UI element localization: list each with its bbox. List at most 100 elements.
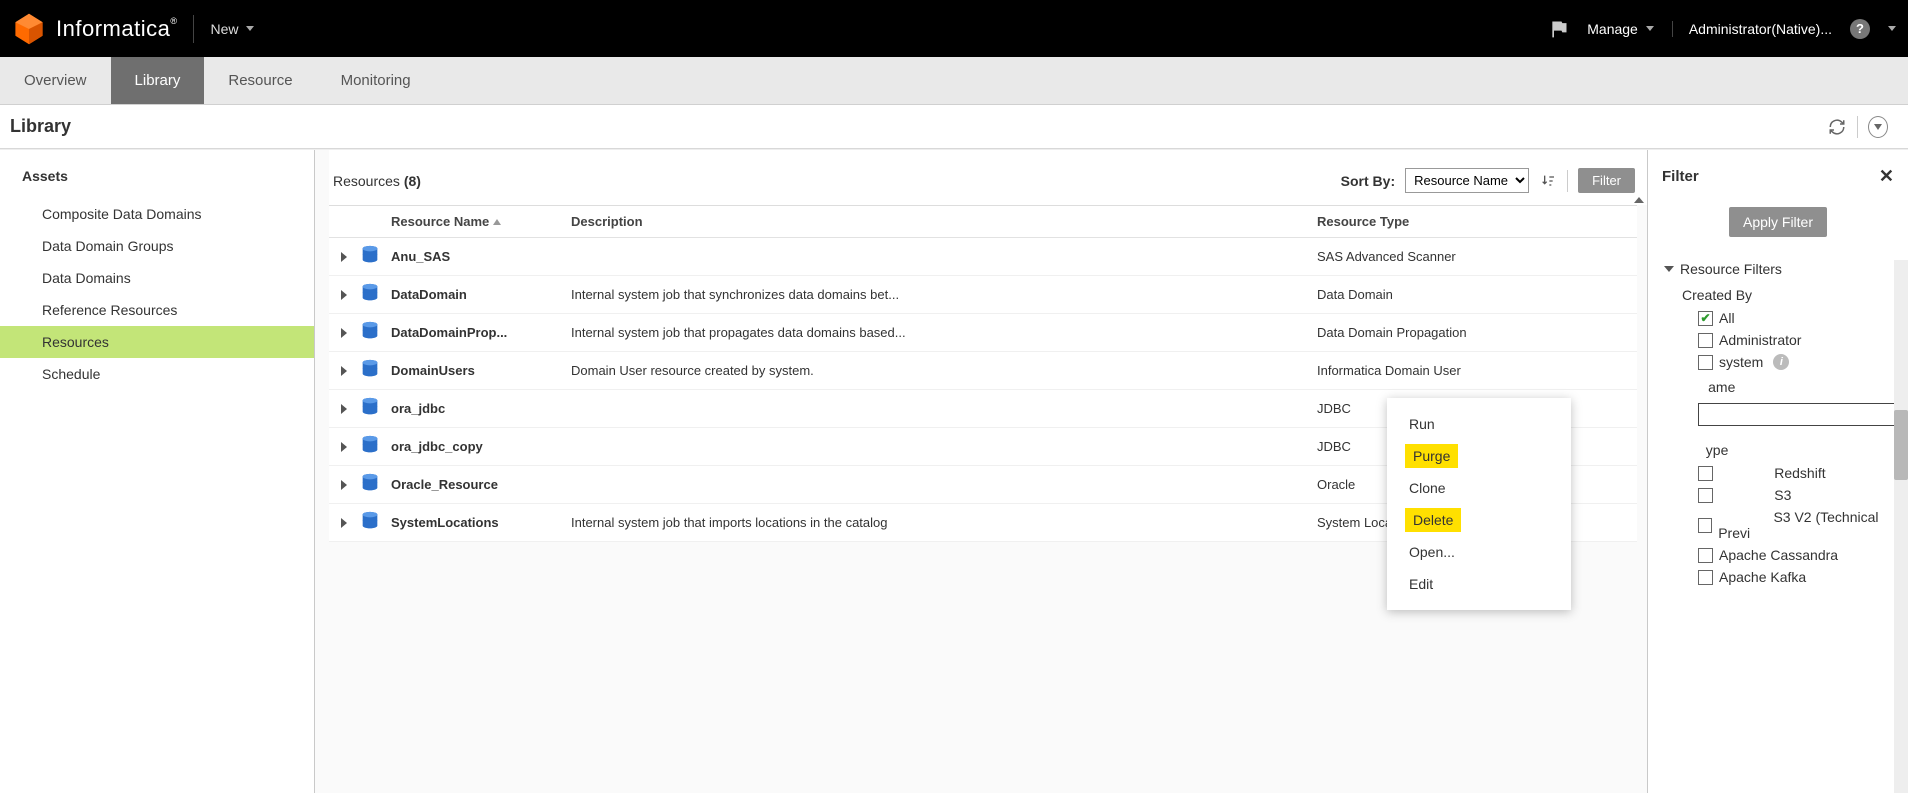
tab-overview[interactable]: Overview <box>0 57 111 104</box>
resource-type: Informatica Domain User <box>1317 363 1637 378</box>
filter-created-by-option[interactable]: All <box>1664 307 1902 329</box>
table-row[interactable]: DataDomainInternal system job that synch… <box>329 276 1637 314</box>
checkbox[interactable] <box>1698 488 1713 503</box>
resource-type: SAS Advanced Scanner <box>1317 249 1637 264</box>
info-icon[interactable]: i <box>1773 354 1789 370</box>
separator <box>193 15 194 43</box>
filter-resource-type-option[interactable]: Apache Cassandra <box>1664 544 1902 566</box>
expand-icon[interactable] <box>341 366 347 376</box>
scrollbar-thumb[interactable] <box>1894 410 1908 480</box>
filter-created-by-label: Created By <box>1664 281 1902 307</box>
checkbox[interactable] <box>1698 466 1713 481</box>
refresh-icon[interactable] <box>1827 117 1847 137</box>
asset-item-data-domain-groups[interactable]: Data Domain Groups <box>0 230 314 262</box>
checkbox[interactable] <box>1698 570 1713 585</box>
context-menu-item-run[interactable]: Run <box>1387 408 1571 440</box>
table-row[interactable]: DataDomainProp...Internal system job tha… <box>329 314 1637 352</box>
apply-filter-button[interactable]: Apply Filter <box>1729 207 1827 237</box>
manage-button[interactable]: Manage <box>1587 21 1654 37</box>
filter-panel-title: Filter <box>1662 168 1699 185</box>
scroll-up-indicator[interactable] <box>1631 205 1637 208</box>
resource-name: ora_jdbc_copy <box>391 439 571 454</box>
expand-icon[interactable] <box>341 518 347 528</box>
informatica-logo-icon <box>12 12 46 46</box>
dropdown-circle-icon[interactable] <box>1868 117 1888 137</box>
table-row[interactable]: Anu_SAS SAS Advanced Scanner <box>329 238 1637 276</box>
asset-item-data-domains[interactable]: Data Domains <box>0 262 314 294</box>
expand-icon[interactable] <box>341 442 347 452</box>
filter-resource-name-label: Name <box>1664 373 1902 399</box>
context-menu-item-clone[interactable]: Clone <box>1387 472 1571 504</box>
database-icon <box>359 434 391 459</box>
column-header-name[interactable]: Resource Name <box>391 214 571 229</box>
filter-resource-type-option[interactable]: Apache Kafka <box>1664 566 1902 588</box>
checkbox[interactable] <box>1698 333 1713 348</box>
sort-by-select[interactable]: Resource Name <box>1405 168 1529 193</box>
expand-icon[interactable] <box>341 252 347 262</box>
resources-heading: Resources (8) <box>333 173 421 189</box>
database-icon <box>359 396 391 421</box>
chevron-down-icon <box>1664 266 1674 272</box>
new-button-label: New <box>210 21 238 37</box>
expand-icon[interactable] <box>341 480 347 490</box>
resource-description: Internal system job that imports locatio… <box>571 515 1317 530</box>
resource-name: Anu_SAS <box>391 249 571 264</box>
assets-list: Composite Data Domains Data Domain Group… <box>0 198 314 390</box>
checkbox-label: Amazon S3 <box>1719 487 1791 503</box>
resource-name: Oracle_Resource <box>391 477 571 492</box>
expand-icon[interactable] <box>341 404 347 414</box>
new-button[interactable]: New <box>210 21 254 37</box>
context-menu-item-delete[interactable]: Delete <box>1405 508 1461 532</box>
expand-icon[interactable] <box>341 290 347 300</box>
brand-logo[interactable]: Informatica® <box>12 12 177 46</box>
page-title-row: Library <box>0 105 1908 149</box>
sort-direction-icon[interactable] <box>1539 172 1557 190</box>
checkbox[interactable] <box>1698 518 1712 533</box>
checkbox-label: Amazon S3 V2 (Technical Previ <box>1718 509 1902 541</box>
filter-resource-type-option[interactable]: Amazon Redshift <box>1664 462 1902 484</box>
tab-resource[interactable]: Resource <box>204 57 316 104</box>
flag-icon[interactable] <box>1549 19 1569 39</box>
asset-item-resources[interactable]: Resources <box>0 326 314 358</box>
close-icon[interactable]: ✕ <box>1879 166 1894 187</box>
checkbox[interactable] <box>1698 355 1713 370</box>
asset-item-composite-data-domains[interactable]: Composite Data Domains <box>0 198 314 230</box>
column-header-description[interactable]: Description <box>571 214 1317 229</box>
filter-resource-type-option[interactable]: Amazon S3 V2 (Technical Previ <box>1664 506 1902 544</box>
resources-header: Resources (8) Sort By: Resource Name Fil… <box>329 150 1647 205</box>
checkbox-label: All <box>1719 310 1735 326</box>
checkbox[interactable] <box>1698 548 1713 563</box>
brand-name: Informatica® <box>56 16 177 42</box>
resource-name: DomainUsers <box>391 363 571 378</box>
checkbox-label: Apache Kafka <box>1719 569 1806 585</box>
filter-created-by-option[interactable]: Administrator <box>1664 329 1902 351</box>
page-title: Library <box>10 116 71 137</box>
sort-asc-icon <box>493 219 501 225</box>
resource-name: ora_jdbc <box>391 401 571 416</box>
column-header-type[interactable]: Resource Type <box>1317 214 1637 229</box>
manage-button-label: Manage <box>1587 21 1638 37</box>
user-menu[interactable]: Administrator(Native)... <box>1672 21 1832 37</box>
asset-item-schedule[interactable]: Schedule <box>0 358 314 390</box>
resource-description: Domain User resource created by system. <box>571 363 1317 378</box>
database-icon <box>359 244 391 269</box>
tab-monitoring[interactable]: Monitoring <box>317 57 435 104</box>
main-layout: Assets Composite Data Domains Data Domai… <box>0 149 1908 793</box>
resource-name-input[interactable] <box>1698 403 1898 426</box>
checkbox[interactable] <box>1698 311 1713 326</box>
context-menu-item-purge[interactable]: Purge <box>1405 444 1458 468</box>
context-menu-item-open[interactable]: Open... <box>1387 536 1571 568</box>
filter-created-by-option[interactable]: systemi <box>1664 351 1902 373</box>
filter-panel: Filter ✕ Apply Filter Resource Filters C… <box>1648 150 1908 793</box>
asset-item-reference-resources[interactable]: Reference Resources <box>0 294 314 326</box>
help-icon[interactable]: ? <box>1850 19 1870 39</box>
tab-library[interactable]: Library <box>111 57 205 104</box>
resource-name: DataDomain <box>391 287 571 302</box>
filter-button[interactable]: Filter <box>1578 168 1635 193</box>
assets-panel: Assets Composite Data Domains Data Domai… <box>0 150 315 793</box>
context-menu-item-edit[interactable]: Edit <box>1387 568 1571 600</box>
filter-resource-type-option[interactable]: Amazon S3 <box>1664 484 1902 506</box>
table-row[interactable]: DomainUsersDomain User resource created … <box>329 352 1637 390</box>
expand-icon[interactable] <box>341 328 347 338</box>
filter-group-resource-filters[interactable]: Resource Filters <box>1664 257 1902 281</box>
